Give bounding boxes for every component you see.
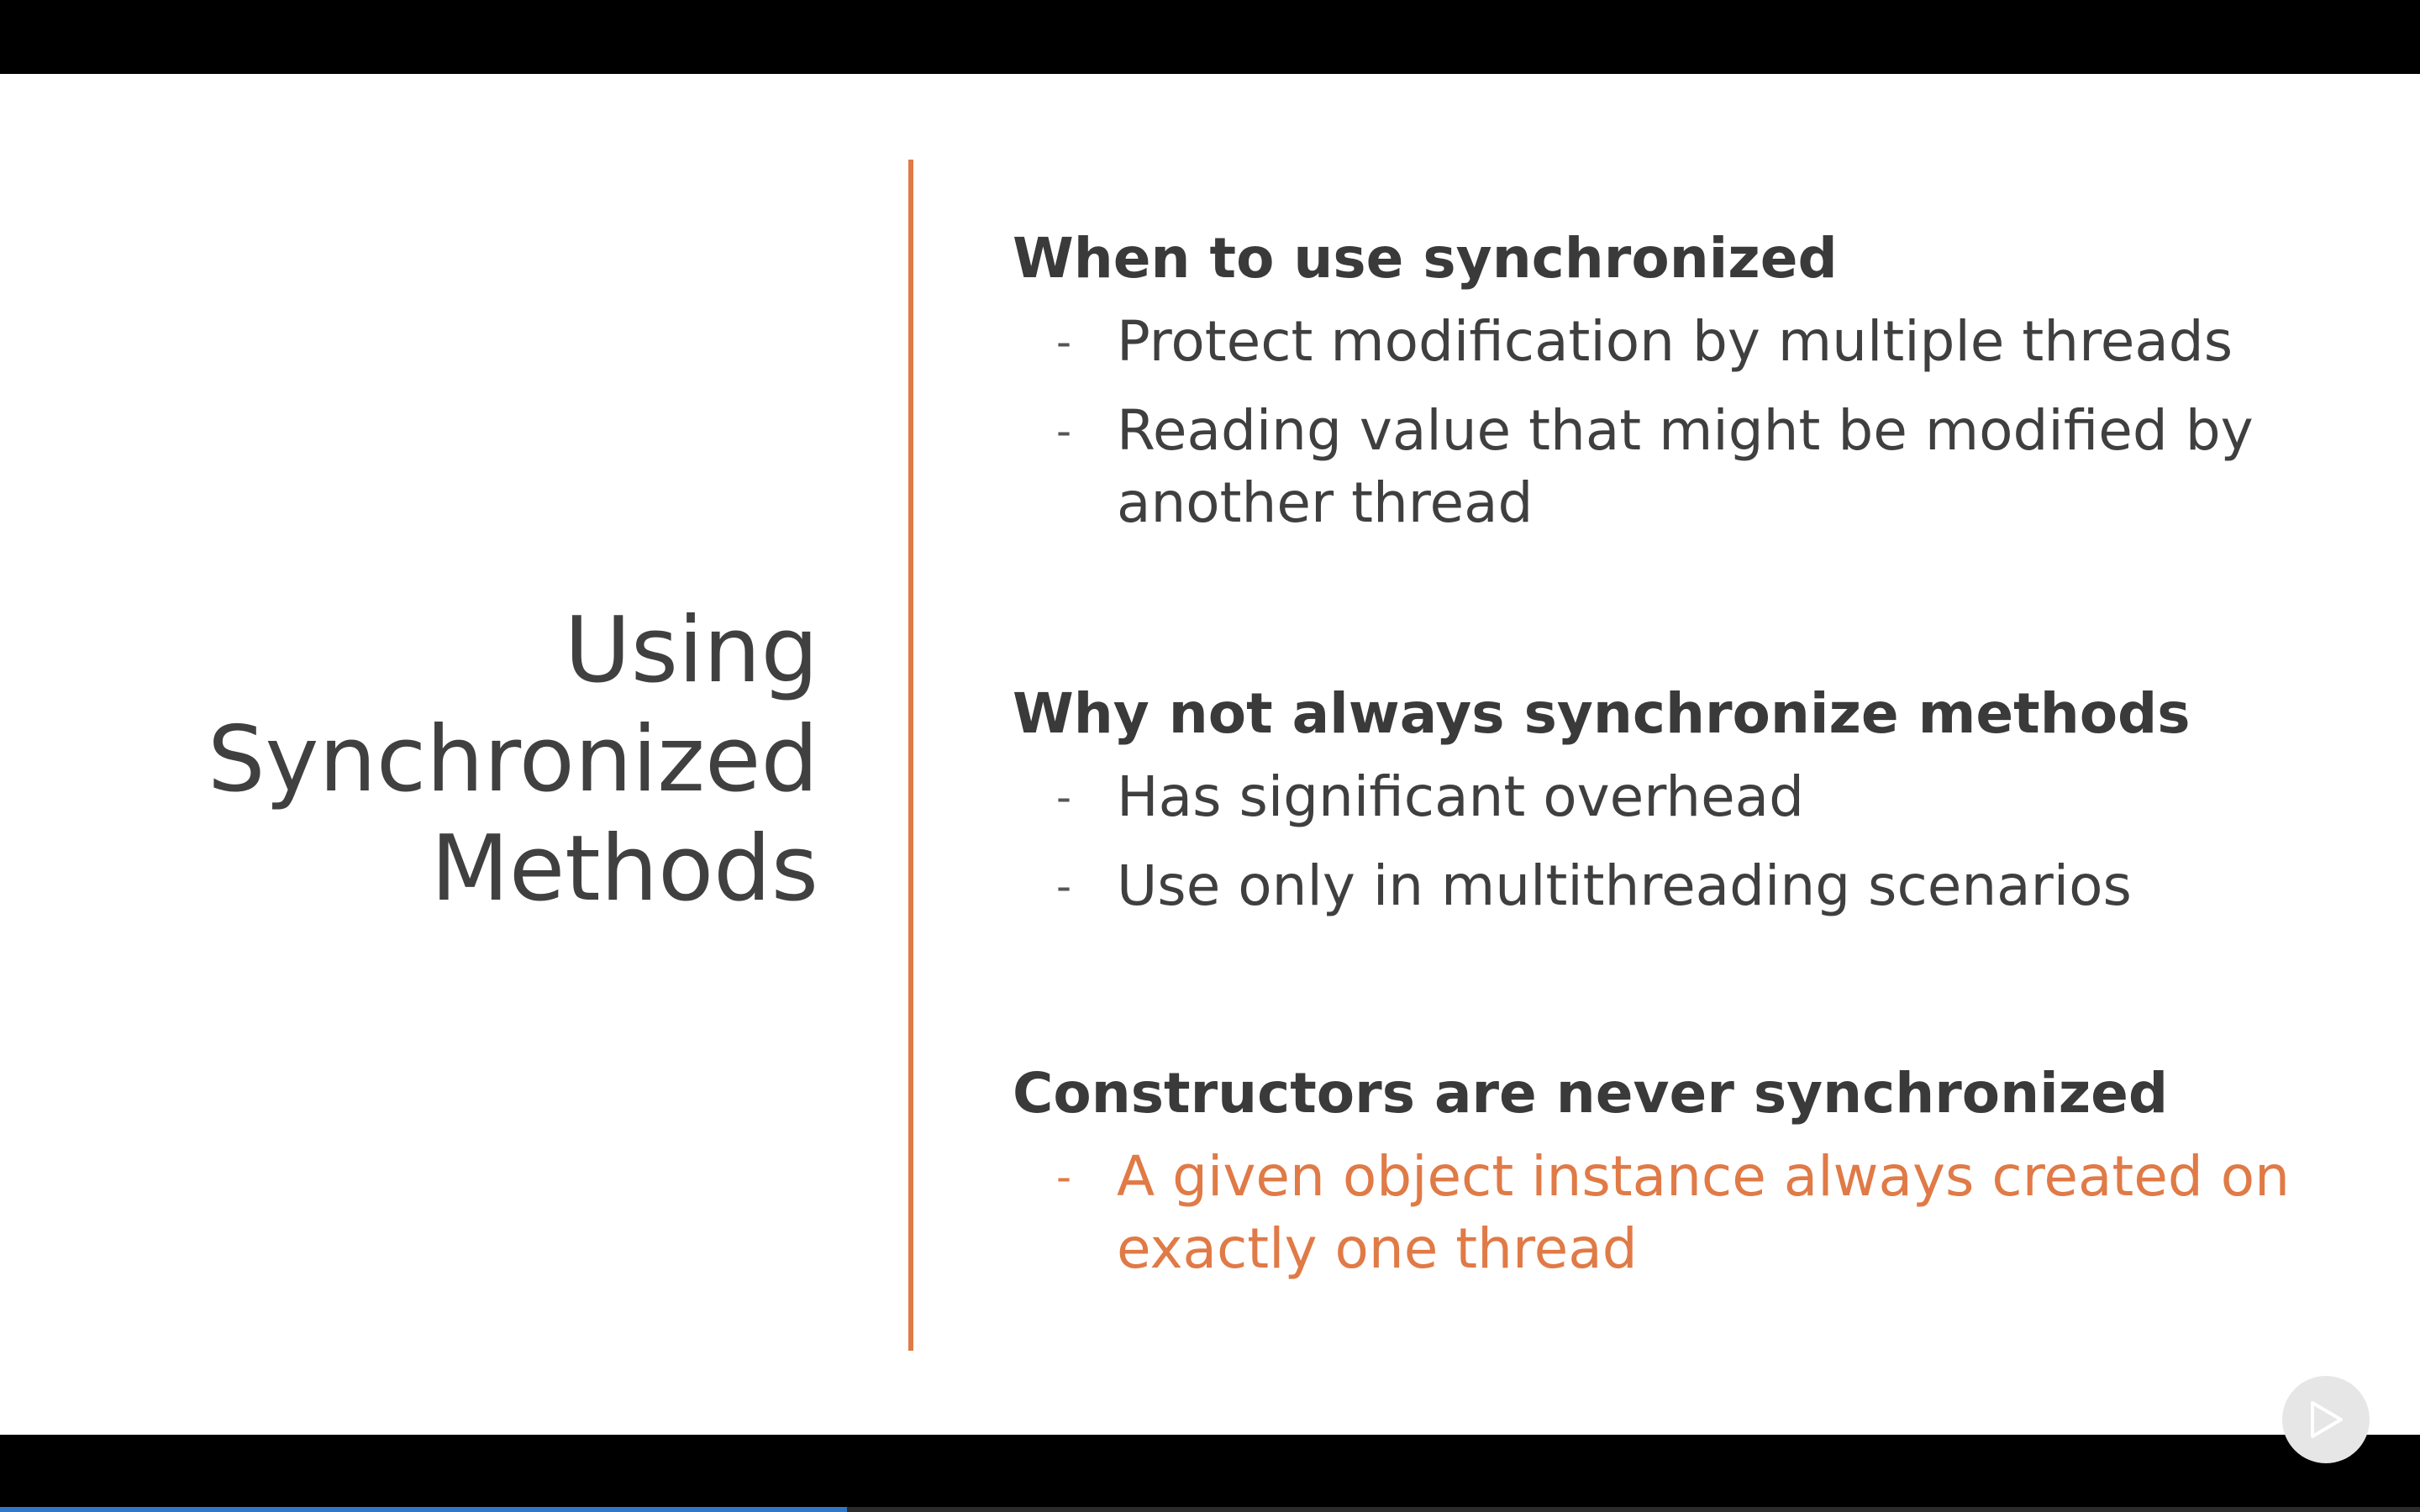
bullet-list: - Has significant overhead - Use only in…: [1013, 761, 2374, 922]
slide-title-line: Synchronized: [208, 707, 818, 812]
bullet-list: - Protect modification by multiple threa…: [1013, 306, 2374, 539]
bullet-dash: -: [1056, 773, 1072, 822]
bullet-item-highlighted: - A given object instance always created…: [1013, 1141, 2374, 1285]
slide-content: When to use synchronized - Protect modif…: [1013, 74, 2374, 1435]
bullet-list: - A given object instance always created…: [1013, 1141, 2374, 1285]
bullet-dash: -: [1056, 1152, 1072, 1201]
bullet-text: A given object instance always created o…: [1117, 1144, 2290, 1281]
bullet-item: - Use only in multithreading scenarios: [1013, 850, 2374, 922]
bullet-item: - Has significant overhead: [1013, 761, 2374, 833]
section-heading: When to use synchronized: [1013, 226, 1838, 291]
video-progress-bar[interactable]: [0, 1507, 2420, 1512]
slide-title: Using Synchronized Methods: [208, 596, 818, 924]
bullet-item: - Reading value that might be modified b…: [1013, 395, 2374, 539]
bullet-text: Reading value that might be modified by …: [1117, 398, 2254, 535]
progress-fill: [0, 1507, 847, 1512]
slide-title-line: Using: [564, 598, 818, 703]
bullet-dash: -: [1056, 862, 1072, 911]
play-icon: [2311, 1401, 2343, 1438]
video-frame: Using Synchronized Methods When to use s…: [0, 0, 2420, 1512]
section-constructors: Constructors are never synchronized - A …: [1013, 1058, 2374, 1302]
bullet-item: - Protect modification by multiple threa…: [1013, 306, 2374, 378]
bullet-text: Use only in multithreading scenarios: [1117, 853, 2132, 918]
play-button[interactable]: [2282, 1376, 2370, 1463]
bullet-text: Has significant overhead: [1117, 764, 1805, 829]
slide-title-line: Methods: [430, 816, 818, 921]
slide: Using Synchronized Methods When to use s…: [0, 74, 2420, 1463]
bullet-dash: -: [1056, 318, 1072, 366]
vertical-divider: [908, 160, 913, 1351]
section-why-not: Why not always synchronize methods - Has…: [1013, 679, 2374, 939]
bullet-text: Protect modification by multiple threads: [1117, 309, 2233, 374]
section-when-to-use: When to use synchronized - Protect modif…: [1013, 223, 2374, 556]
section-heading: Why not always synchronize methods: [1013, 681, 2191, 746]
section-heading: Constructors are never synchronized: [1013, 1061, 2169, 1126]
bullet-dash: -: [1056, 407, 1072, 455]
